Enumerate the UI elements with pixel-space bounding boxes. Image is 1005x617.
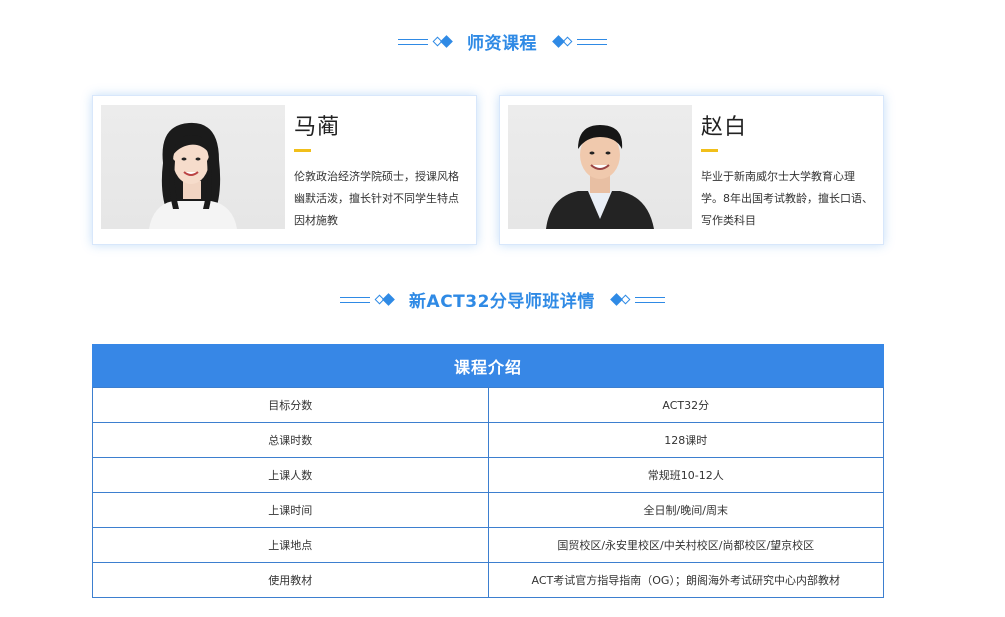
table-row: 上课地点 国贸校区/永安里校区/中关村校区/尚都校区/望京校区 bbox=[92, 527, 884, 563]
row-label: 上课人数 bbox=[92, 457, 489, 493]
table-row: 目标分数 ACT32分 bbox=[92, 387, 884, 423]
desc-line: 写作类科目 bbox=[701, 214, 756, 227]
teacher-description: 毕业于新南威尔士大学教育心理 学。8年出国考试教龄，擅长口语、 写作类科目 bbox=[701, 166, 873, 232]
desc-line: 毕业于新南威尔士大学教育心理 bbox=[701, 170, 855, 183]
row-label: 总课时数 bbox=[92, 422, 489, 458]
course-table: 课程介绍 目标分数 ACT32分 总课时数 128课时 上课人数 常规班10-1… bbox=[92, 344, 884, 598]
row-value: 128课时 bbox=[487, 422, 884, 458]
row-value: ACT32分 bbox=[487, 387, 884, 423]
desc-line: 伦敦政治经济学院硕士，授课风格 bbox=[294, 170, 459, 183]
title-decoration-right bbox=[547, 35, 607, 48]
section-title-text: 新ACT32分导师班详情 bbox=[409, 292, 595, 312]
teacher-photo bbox=[101, 105, 285, 229]
teacher-card-1: 马蔺 伦敦政治经济学院硕士，授课风格 幽默活泼，擅长针对不同学生特点 因材施教 bbox=[92, 95, 477, 245]
row-value: 全日制/晚间/周末 bbox=[487, 492, 884, 528]
teacher-description: 伦敦政治经济学院硕士，授课风格 幽默活泼，擅长针对不同学生特点 因材施教 bbox=[294, 166, 466, 232]
table-row: 上课时间 全日制/晚间/周末 bbox=[92, 492, 884, 528]
table-row: 使用教材 ACT考试官方指导指南（OG）；朗阁海外考试研究中心内部教材 bbox=[92, 562, 884, 598]
row-value: 常规班10-12人 bbox=[487, 457, 884, 493]
title-decoration-right bbox=[605, 293, 665, 306]
row-label: 上课地点 bbox=[92, 527, 489, 563]
row-label: 上课时间 bbox=[92, 492, 489, 528]
course-details-table: 目标分数 ACT32分 总课时数 128课时 上课人数 常规班10-12人 上课… bbox=[92, 387, 884, 598]
row-value: 国贸校区/永安里校区/中关村校区/尚都校区/望京校区 bbox=[487, 527, 884, 563]
row-label: 使用教材 bbox=[92, 562, 489, 598]
section-title-text: 师资课程 bbox=[467, 34, 537, 54]
table-header: 课程介绍 bbox=[92, 344, 884, 387]
desc-line: 学。8年出国考试教龄，擅长口语、 bbox=[701, 192, 873, 205]
teacher-name: 马蔺 bbox=[294, 115, 341, 140]
row-value: ACT考试官方指导指南（OG）；朗阁海外考试研究中心内部教材 bbox=[487, 562, 884, 598]
table-row: 上课人数 常规班10-12人 bbox=[92, 457, 884, 493]
desc-line: 因材施教 bbox=[294, 214, 338, 227]
section-title-teachers: 师资课程 bbox=[0, 29, 1005, 54]
name-underline bbox=[294, 149, 311, 152]
section-title-details: 新ACT32分导师班详情 bbox=[0, 287, 1005, 312]
row-label: 目标分数 bbox=[92, 387, 489, 423]
title-decoration-left bbox=[340, 293, 399, 306]
desc-line: 幽默活泼，擅长针对不同学生特点 bbox=[294, 192, 459, 205]
teacher-photo bbox=[508, 105, 692, 229]
teacher-name: 赵白 bbox=[701, 115, 748, 140]
teacher-card-2: 赵白 毕业于新南威尔士大学教育心理 学。8年出国考试教龄，擅长口语、 写作类科目 bbox=[499, 95, 884, 245]
table-row: 总课时数 128课时 bbox=[92, 422, 884, 458]
title-decoration-left bbox=[398, 35, 457, 48]
name-underline bbox=[701, 149, 718, 152]
